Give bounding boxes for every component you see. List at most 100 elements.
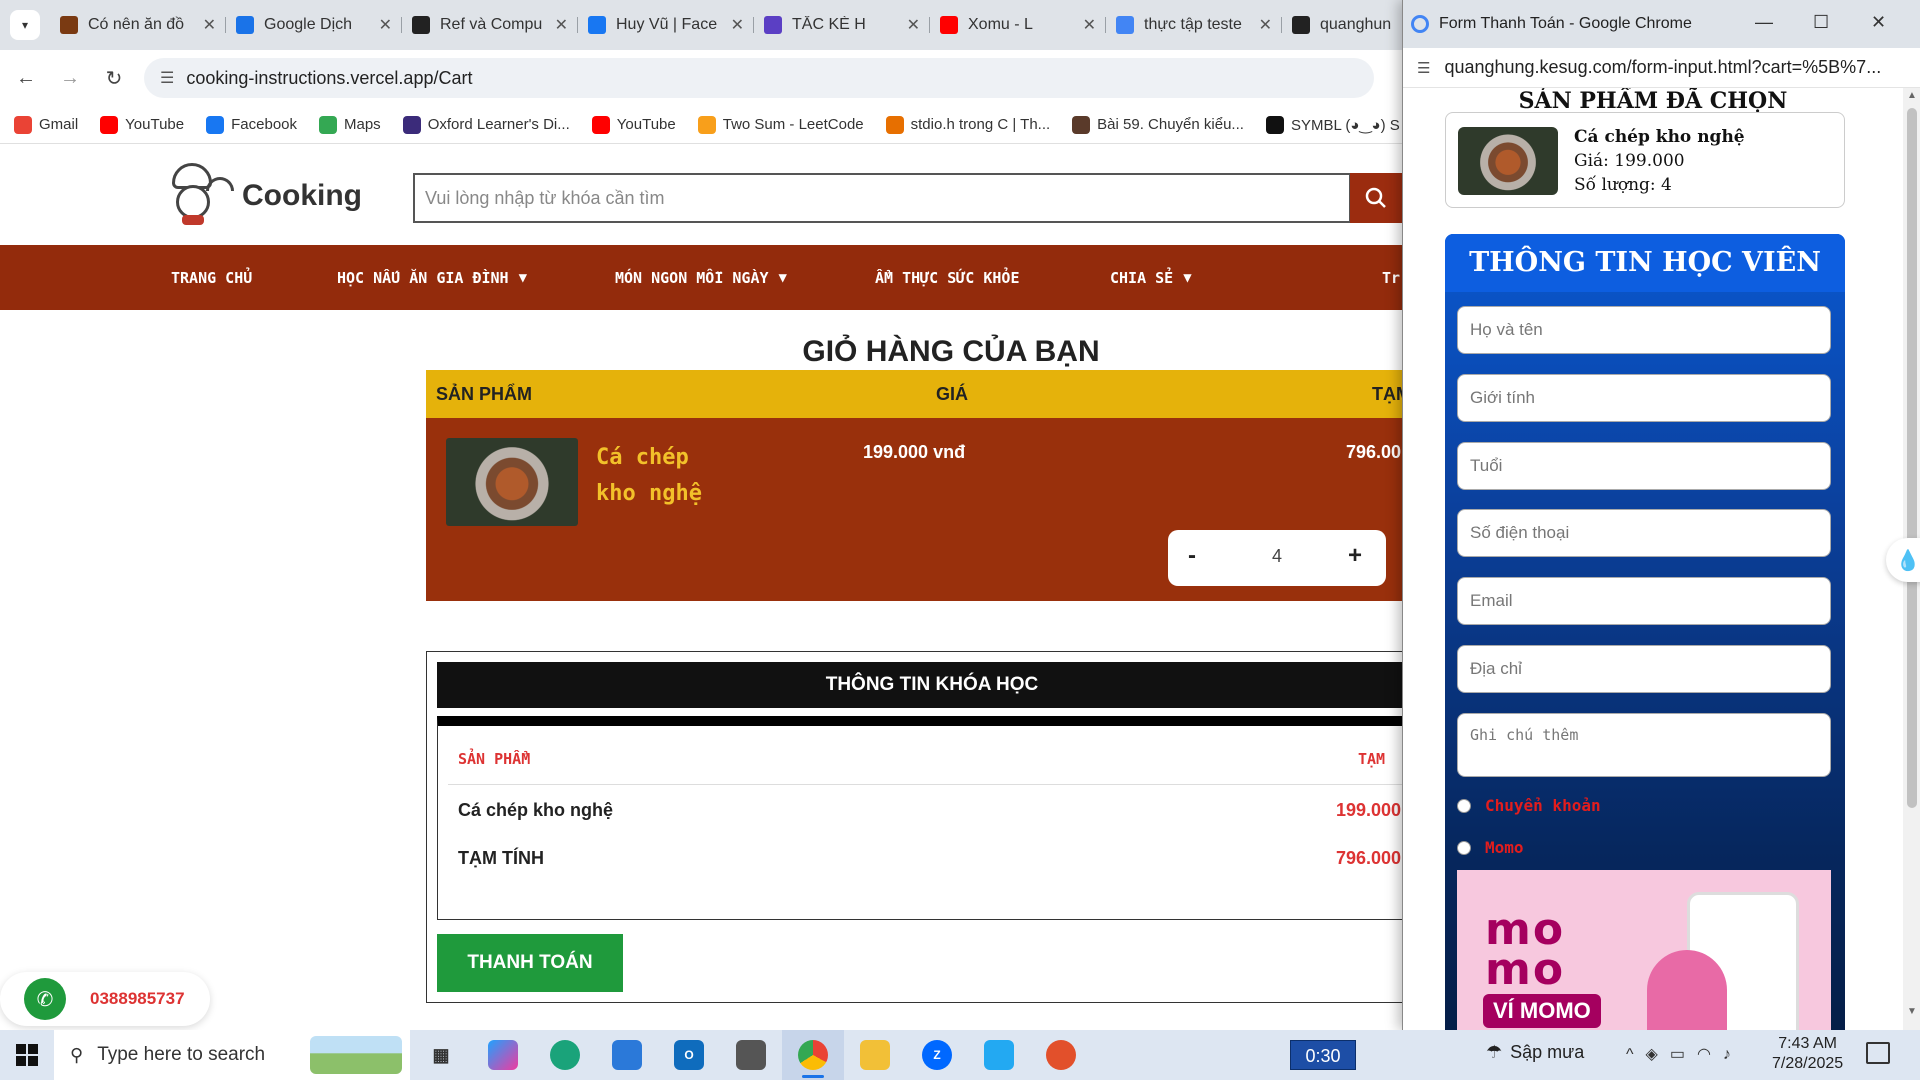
note-field[interactable] — [1457, 713, 1831, 777]
system-tray[interactable]: ^◈▭◠♪ — [1626, 1044, 1743, 1064]
bookmark-item[interactable]: Maps — [319, 115, 381, 134]
browser-tab[interactable]: TẮC KÈ H ✕ — [754, 7, 930, 43]
email-field[interactable] — [1457, 577, 1831, 625]
course-summary-table: SẢN PHẨM TẠM Cá chép kho nghệ 199.000 TẠ… — [437, 716, 1405, 920]
nav-family-cooking[interactable]: HỌC NẤU ĂN GIA ĐÌNH ▼ — [337, 245, 527, 310]
bookmark-label: YouTube — [616, 116, 676, 133]
store-button[interactable] — [596, 1030, 658, 1080]
nav-healthy-food[interactable]: ẨM THỰC SỨC KHỎE — [875, 245, 1020, 310]
scroll-up-icon[interactable]: ▲ — [1907, 90, 1917, 101]
files-app-button[interactable] — [720, 1030, 782, 1080]
outlook-button[interactable]: O — [658, 1030, 720, 1080]
forward-button[interactable]: → — [52, 60, 88, 96]
bookmark-item[interactable]: Facebook — [206, 115, 297, 134]
browser-tab[interactable]: Huy Vũ | Face ✕ — [578, 7, 754, 43]
tab-title: Huy Vũ | Face — [616, 16, 718, 33]
bookmark-item[interactable]: SYMBL (◕‿◕) S — [1265, 115, 1400, 134]
bookmark-item[interactable]: Bài 59. Chuyển kiểu... — [1072, 115, 1244, 134]
increase-quantity-button[interactable]: + — [1348, 542, 1362, 570]
bookmark-item[interactable]: YouTube — [100, 115, 184, 134]
cart-col-product: SẢN PHẨM — [436, 384, 533, 404]
close-button[interactable]: ✕ — [1871, 12, 1886, 33]
payment-transfer-option[interactable]: Chuyển khoản — [1457, 796, 1601, 815]
volume-icon[interactable]: ♪ — [1723, 1046, 1743, 1063]
checkout-popup-window: Form Thanh Toán - Google Chrome — ☐ ✕ ☰ … — [1402, 0, 1920, 1030]
momo-wallet-caption: VÍ MOMO — [1483, 994, 1601, 1028]
checkout-button[interactable]: THANH TOÁN — [437, 934, 623, 992]
site-settings-icon[interactable]: ☰ — [1417, 59, 1430, 77]
copilot-button[interactable] — [472, 1030, 534, 1080]
browser-tab[interactable]: thực tập teste ✕ — [1106, 7, 1282, 43]
network-icon[interactable]: ◈ — [1646, 1046, 1670, 1063]
site-settings-icon[interactable]: ☰ — [160, 68, 174, 88]
nav-home[interactable]: TRANG CHỦ — [171, 245, 252, 310]
close-tab-icon[interactable]: ✕ — [555, 15, 568, 35]
popup-address-bar[interactable]: ☰ quanghung.kesug.com/form-input.html?ca… — [1403, 48, 1920, 88]
minimize-button[interactable]: — — [1755, 12, 1773, 33]
bookmark-item[interactable]: Two Sum - LeetCode — [697, 115, 864, 134]
cart-item-name[interactable]: Cá chép kho nghệ — [596, 440, 726, 512]
close-tab-icon[interactable]: ✕ — [1083, 15, 1096, 35]
tab-title: Google Dịch — [264, 16, 353, 33]
site-search-button[interactable] — [1350, 173, 1402, 223]
system-clock[interactable]: 7:43 AM 7/28/2025 — [1772, 1034, 1843, 1074]
browser-tab[interactable]: Ref và Compu ✕ — [402, 7, 578, 43]
vscode-button[interactable] — [968, 1030, 1030, 1080]
cooking-website: Cooking TRANG CHỦ HỌC NẤU ĂN GIA ĐÌNH ▼ M… — [0, 145, 1405, 1030]
chevron-up-icon[interactable]: ^ — [1626, 1046, 1646, 1063]
timer-widget[interactable]: 0:30 — [1290, 1040, 1356, 1070]
maximize-button[interactable]: ☐ — [1813, 12, 1829, 33]
file-explorer-button[interactable] — [844, 1030, 906, 1080]
bookmark-item[interactable]: YouTube — [591, 115, 676, 134]
reload-button[interactable]: ↻ — [96, 60, 132, 96]
phone-field[interactable] — [1457, 509, 1831, 557]
chrome-taskbar-button[interactable] — [782, 1030, 844, 1080]
snipping-tool-button[interactable] — [1030, 1030, 1092, 1080]
full-name-field[interactable] — [1457, 306, 1831, 354]
close-tab-icon[interactable]: ✕ — [203, 15, 216, 35]
wifi-icon[interactable]: ◠ — [1697, 1046, 1723, 1063]
close-tab-icon[interactable]: ✕ — [379, 15, 392, 35]
back-button[interactable]: ← — [8, 60, 44, 96]
taskbar-search-placeholder: Type here to search — [97, 1044, 266, 1065]
tab-favicon-icon — [588, 16, 606, 34]
scrollbar-thumb[interactable] — [1907, 108, 1917, 808]
bookmark-item[interactable]: stdio.h trong C | Th... — [885, 115, 1050, 134]
browser-tab[interactable]: Google Dịch ✕ — [226, 7, 402, 43]
zalo-button[interactable]: Z — [906, 1030, 968, 1080]
notification-icon[interactable] — [1866, 1042, 1890, 1064]
weather-widget[interactable]: ☂ Sập mưa — [1486, 1042, 1584, 1063]
chevron-down-icon: ▾ — [21, 18, 29, 32]
taskbar-search-box[interactable]: ⚲ Type here to search — [54, 1030, 410, 1080]
bookmark-favicon-icon — [1072, 115, 1091, 134]
hotline-widget[interactable]: ✆ 0388985737 — [0, 972, 210, 1026]
radio-button[interactable] — [1457, 798, 1471, 813]
tab-search-button[interactable]: ▾ — [10, 10, 40, 40]
close-tab-icon[interactable]: ✕ — [731, 15, 744, 35]
battery-icon[interactable]: ▭ — [1670, 1046, 1697, 1063]
task-view-button[interactable]: ▦ — [410, 1030, 472, 1080]
address-bar[interactable]: ☰ cooking-instructions.vercel.app/Cart — [144, 58, 1374, 98]
site-search-input[interactable] — [413, 173, 1351, 223]
browser-tab[interactable]: Có nên ăn đồ ✕ — [50, 7, 226, 43]
bookmark-item[interactable]: Oxford Learner's Di... — [402, 115, 570, 134]
bookmark-item[interactable]: Gmail — [14, 115, 78, 134]
nav-share[interactable]: CHIA SẺ ▼ — [1110, 245, 1192, 310]
radio-button[interactable] — [1457, 840, 1471, 855]
close-tab-icon[interactable]: ✕ — [907, 15, 920, 35]
payment-momo-option[interactable]: Momo — [1457, 838, 1524, 857]
gender-field[interactable] — [1457, 374, 1831, 422]
app-icon — [736, 1040, 766, 1070]
address-field[interactable] — [1457, 645, 1831, 693]
start-button[interactable] — [0, 1030, 54, 1080]
edge-button[interactable] — [534, 1030, 596, 1080]
site-logo[interactable]: Cooking — [156, 163, 362, 229]
tab-title: Có nên ăn đồ — [88, 16, 185, 33]
nav-daily-dishes[interactable]: MÓN NGON MỖI NGÀY ▼ — [615, 245, 787, 310]
cart-item-price: 199.000 vnđ — [863, 442, 966, 462]
browser-tab[interactable]: Xomu - L ✕ — [930, 7, 1106, 43]
scroll-down-icon[interactable]: ▼ — [1907, 1006, 1917, 1017]
nav-more[interactable]: Tr — [1382, 245, 1400, 310]
age-field[interactable] — [1457, 442, 1831, 490]
close-tab-icon[interactable]: ✕ — [1259, 15, 1272, 35]
